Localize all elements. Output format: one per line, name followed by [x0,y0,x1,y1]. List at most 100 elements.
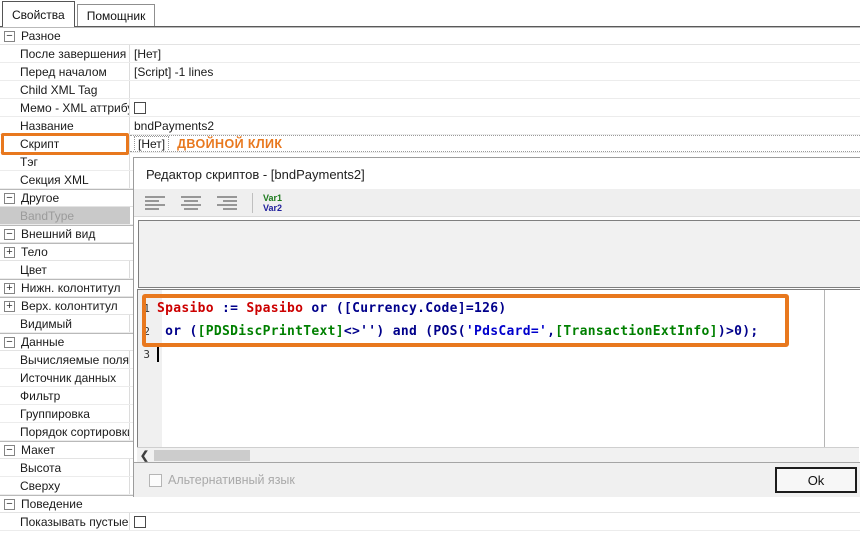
code-lines: 1Spasibo := Spasibo or ([Currency.Code]=… [138,297,860,366]
align-center-icon[interactable] [178,195,204,211]
property-value[interactable] [130,81,860,98]
group-label: Макет [21,443,55,457]
dialog-footer: Альтернативный язык [134,462,860,497]
collapse-icon[interactable]: − [4,229,15,240]
group-label: Нижн. колонтитул [21,281,121,295]
property-label: Перед началом [0,63,130,80]
group-label: Разное [21,29,61,43]
scroll-left-icon[interactable]: ❮ [137,448,152,463]
group-row[interactable]: −Поведение [0,495,860,513]
collapse-icon[interactable]: − [4,337,15,348]
script-editor-dialog: Редактор скриптов - [bndPayments2] Var1 … [133,157,860,497]
dialog-toolbar: Var1 Var2 [134,189,860,217]
collapse-icon[interactable]: − [4,193,15,204]
property-label: Мемо - XML аттрибут [0,99,130,116]
value-text: bndPayments2 [134,119,214,133]
double-click-hint: ДВОЙНОЙ КЛИК [177,137,282,151]
property-label: Источник данных [0,369,130,386]
variables-button[interactable]: Var1 Var2 [263,193,282,213]
property-label: Видимый [0,315,130,332]
property-label: Порядок сортировки [0,423,130,440]
property-value[interactable]: [Нет] [130,45,860,62]
tab-properties[interactable]: Свойства [2,1,75,27]
align-left-icon[interactable] [142,195,168,211]
horizontal-scrollbar[interactable]: ❮ [137,447,859,462]
scrollbar-thumb[interactable] [154,450,250,461]
property-label: После завершения [0,45,130,62]
property-row[interactable]: Мемо - XML аттрибут [0,99,860,117]
checkbox[interactable] [134,102,146,114]
property-row[interactable]: Скрипт[Нет]ДВОЙНОЙ КЛИК [0,135,860,153]
editor-top-panel [138,220,860,288]
code-segment: <>'') [344,324,393,339]
collapse-icon[interactable]: − [4,31,15,42]
property-label: Child XML Tag [0,81,130,98]
property-row[interactable]: Child XML Tag [0,81,860,99]
var2-label: Var2 [263,203,282,213]
code-line[interactable]: 2 or ([PDSDiscPrintText]<>'') and (POS('… [138,320,860,343]
code-segment: and [393,324,426,339]
expand-icon[interactable]: + [4,283,15,294]
alternative-language-label: Альтернативный язык [168,473,295,487]
property-value[interactable]: [Script] -1 lines [130,63,860,80]
code-segment: or [303,301,336,316]
property-row[interactable]: После завершения [Нет] [0,45,860,63]
property-label: Фильтр [0,387,130,404]
property-label: Тэг [0,153,130,170]
code-segment: 'PdsCard=' [466,324,547,339]
line-number: 1 [138,302,157,315]
script-code-editor[interactable]: 1Spasibo := Spasibo or ([Currency.Code]=… [137,289,860,447]
tab-assistant[interactable]: Помощник [77,4,156,26]
code-segment: Spasibo [246,301,303,316]
code-segment: or ( [157,324,198,339]
expand-icon[interactable]: + [4,247,15,258]
property-value[interactable]: [Нет]ДВОЙНОЙ КЛИК [130,135,860,152]
property-row[interactable]: Показывать пустые [0,513,860,531]
code-segment: (POS( [425,324,466,339]
code-segment: Spasibo [157,301,214,316]
property-value[interactable]: bndPayments2 [130,117,860,134]
value-text: [Нет] [134,47,161,61]
line-number: 3 [138,348,157,361]
line-number: 2 [138,325,157,338]
text-caret [157,347,159,362]
property-label: Показывать пустые [0,513,130,530]
code-segment: [TransactionExtInfo] [555,324,718,339]
group-label: Поведение [21,497,83,511]
group-label: Внешний вид [21,227,95,241]
property-label: Вычисляемые поля [0,351,130,368]
dialog-title: Редактор скриптов - [bndPayments2] [146,167,365,182]
tab-bar: Свойства Помощник [0,0,860,27]
checkbox[interactable] [134,516,146,528]
property-label: Группировка [0,405,130,422]
property-label: Название [0,117,130,134]
expand-icon[interactable]: + [4,301,15,312]
property-label: Высота [0,459,130,476]
collapse-icon[interactable]: − [4,445,15,456]
property-label: Цвет [0,261,130,278]
property-label: BandType [0,207,130,224]
code-line[interactable]: 3 [138,343,860,366]
collapse-icon[interactable]: − [4,499,15,510]
group-label: Другое [21,191,59,205]
property-row[interactable]: Перед началом [Script] -1 lines [0,63,860,81]
ok-button[interactable]: Ok [775,467,857,493]
align-right-icon[interactable] [214,195,240,211]
var1-label: Var1 [263,193,282,203]
property-value[interactable] [130,99,860,116]
property-value[interactable] [130,513,860,530]
property-label: Секция XML [0,171,130,188]
code-segment: := [214,301,247,316]
value-text: [Script] -1 lines [134,65,213,79]
group-row[interactable]: −Разное [0,27,860,45]
code-line[interactable]: 1Spasibo := Spasibo or ([Currency.Code]=… [138,297,860,320]
property-row[interactable]: Название bndPayments2 [0,117,860,135]
property-label: Сверху [0,477,130,494]
code-segment: )>0); [718,324,759,339]
code-segment: ([Currency.Code]=126) [336,301,507,316]
group-label: Данные [21,335,64,349]
code-segment: , [547,324,555,339]
property-label: Скрипт [0,135,130,152]
alternative-language-checkbox[interactable] [149,474,162,487]
toolbar-separator [252,193,253,213]
